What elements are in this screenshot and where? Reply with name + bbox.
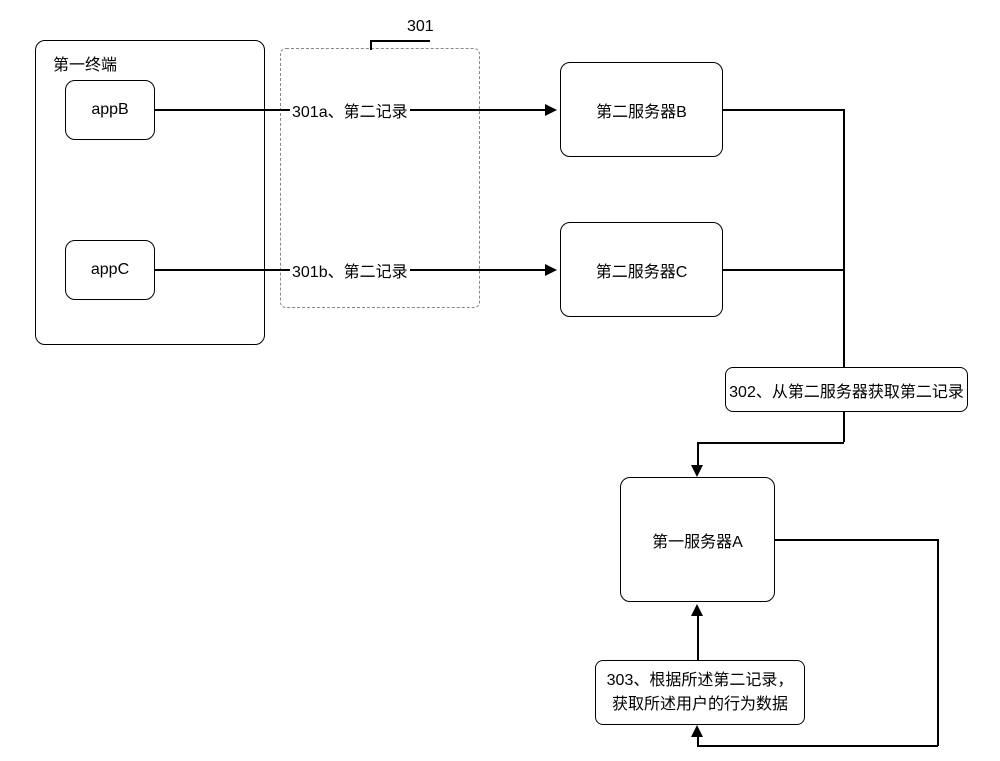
line-302-left [697,442,844,444]
first-terminal-title: 第一终端 [51,51,119,75]
server-a-label: 第一服务器A [652,528,743,552]
server-b-label: 第二服务器B [596,98,687,122]
server-a-box: 第一服务器A [620,477,775,602]
line-303-up [697,615,699,660]
server-c-box: 第二服务器C [560,222,723,317]
step-302-label: 302、从第二服务器获取第二记录 [729,378,964,402]
line-servera-right-out [775,539,938,541]
line-loop-bottom [697,745,938,747]
leader-line-301-h [370,40,430,42]
arrowhead-loop-303 [691,725,703,737]
server-c-label: 第二服务器C [596,258,688,282]
line-serverb-down [843,109,845,367]
line-302-down1 [843,412,845,442]
app-c-box: appC [65,240,155,300]
arrowhead-303-servera [691,604,703,616]
step-303-label: 303、根据所述第二记录，获取所述用户的行为数据 [606,669,794,717]
step-303-box: 303、根据所述第二记录，获取所述用户的行为数据 [595,660,805,725]
step-301a-label: 301a、第二记录 [290,98,410,122]
step-302-box: 302、从第二服务器获取第二记录 [725,367,968,412]
app-c-label: appC [91,261,129,279]
leader-line-301-v [370,40,372,50]
app-b-label: appB [91,101,128,119]
step-301b-label: 301b、第二记录 [290,258,410,282]
line-servera-loop-down [937,539,939,746]
step-301-number: 301 [405,18,436,36]
line-serverb-right [723,109,843,111]
app-b-box: appB [65,80,155,140]
line-serverc-right [723,269,843,271]
arrowhead-appc-serverc [545,264,557,276]
arrowhead-appb-serverb [545,104,557,116]
line-loop-up-to-303 [697,736,699,746]
line-302-down2 [697,442,699,467]
arrowhead-302-servera [691,465,703,477]
server-b-box: 第二服务器B [560,62,723,157]
